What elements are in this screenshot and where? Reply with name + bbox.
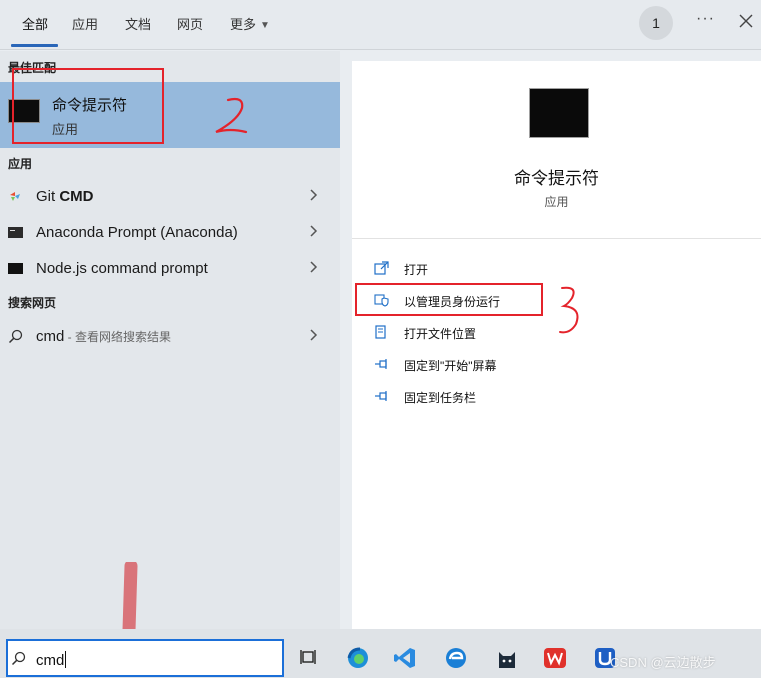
action-label: 固定到任务栏 <box>404 391 477 405</box>
web-heading: 搜索网页 <box>8 296 57 310</box>
search-icon <box>11 651 26 666</box>
git-icon <box>10 192 20 201</box>
annotation-box-run-as-admin <box>355 283 543 316</box>
search-icon <box>8 329 23 344</box>
watermark: CSDN @云边散步 <box>610 655 716 670</box>
app-item-nodejs[interactable]: Node.js command prompt <box>0 251 340 285</box>
edge-legacy-icon[interactable] <box>443 646 469 670</box>
divider <box>352 238 761 239</box>
chevron-right-icon[interactable] <box>309 260 319 274</box>
web-query: cmd <box>36 328 65 345</box>
chevron-right-icon[interactable] <box>309 328 319 342</box>
search-input[interactable]: cmd <box>6 639 284 677</box>
app-label: Anaconda Prompt (Anaconda) <box>36 224 238 241</box>
open-icon <box>374 261 389 275</box>
annotation-marker-stroke <box>122 562 138 634</box>
tab-more[interactable]: 更多 ▼ <box>230 14 270 33</box>
pin-icon <box>375 391 387 401</box>
app-item-git-cmd[interactable]: Git CMD <box>0 179 340 213</box>
annotation-number-3 <box>559 286 579 334</box>
annotation-box-best-match <box>12 68 164 144</box>
close-icon[interactable] <box>737 11 755 31</box>
wps-icon[interactable] <box>542 646 568 670</box>
command-prompt-icon <box>529 88 589 138</box>
search-value: cmd <box>36 652 65 669</box>
app-label: Git <box>36 188 60 205</box>
chevron-down-icon: ▼ <box>260 20 270 31</box>
taskbar: cmd CSDN @云边散步 <box>0 629 761 678</box>
tab-apps[interactable]: 应用 <box>72 14 98 33</box>
task-view-icon[interactable] <box>297 646 323 670</box>
tab-all[interactable]: 全部 <box>22 14 48 33</box>
web-hint: - 查看网络搜索结果 <box>64 330 172 344</box>
tab-more-label: 更多 <box>230 17 257 32</box>
action-label: 固定到"开始"屏幕 <box>404 359 497 373</box>
search-tab-bar: 全部 应用 文档 网页 更多 ▼ 1 ··· <box>0 0 761 50</box>
vscode-icon[interactable] <box>393 646 419 670</box>
cat-app-icon[interactable] <box>494 646 520 670</box>
text-caret <box>65 651 67 668</box>
app-item-anaconda[interactable]: Anaconda Prompt (Anaconda) <box>0 215 340 249</box>
chevron-right-icon[interactable] <box>309 188 319 202</box>
rewards-badge[interactable]: 1 <box>639 6 673 40</box>
terminal-icon <box>8 263 23 274</box>
preview-subtitle: 应用 <box>544 195 569 209</box>
edge-icon[interactable] <box>345 646 371 670</box>
action-label: 打开 <box>404 263 429 277</box>
app-label: Node.js command prompt <box>36 260 208 277</box>
preview-title: 命令提示符 <box>514 169 599 188</box>
terminal-icon <box>8 227 23 238</box>
apps-heading: 应用 <box>8 157 33 171</box>
tab-web[interactable]: 网页 <box>177 14 203 33</box>
file-location-icon <box>375 325 386 339</box>
annotation-number-2 <box>215 97 248 134</box>
more-options-icon[interactable]: ··· <box>696 10 715 28</box>
web-search-result[interactable]: cmd - 查看网络搜索结果 <box>0 319 340 353</box>
chevron-right-icon[interactable] <box>309 224 319 238</box>
pin-icon <box>375 359 387 369</box>
preview-pane: 命令提示符 应用 打开 以管理员身份运行 打开文件位置 固定到"开始"屏幕 固定… <box>352 61 761 629</box>
tab-documents[interactable]: 文档 <box>125 14 151 33</box>
app-label-bold: CMD <box>59 188 94 205</box>
action-label: 打开文件位置 <box>404 327 477 341</box>
active-tab-indicator <box>11 44 58 47</box>
